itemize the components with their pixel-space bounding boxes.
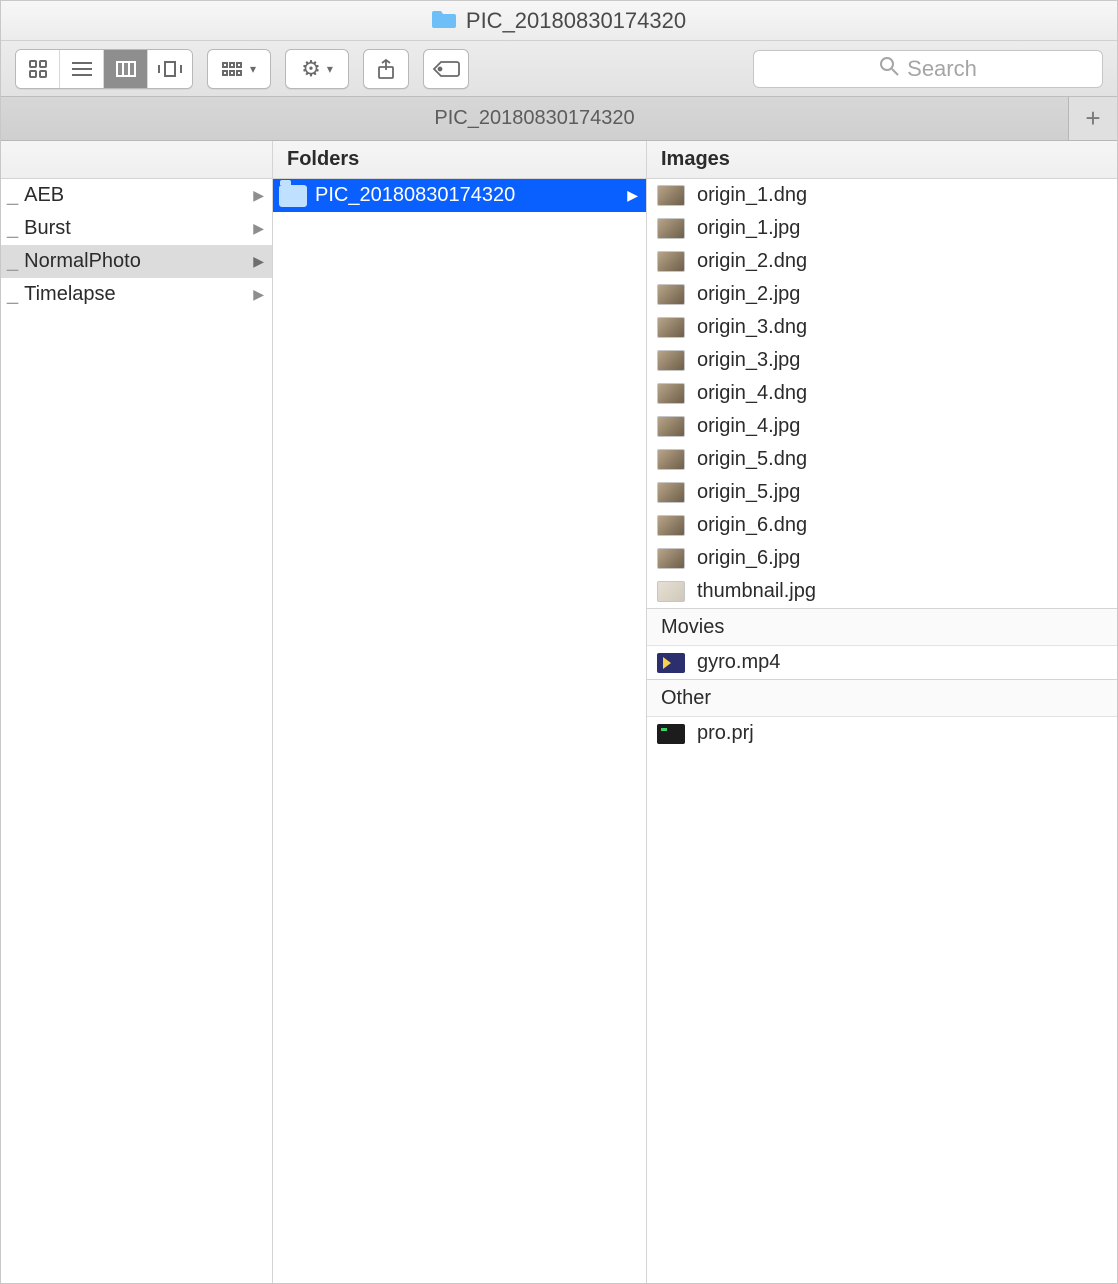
file-label: origin_5.dng bbox=[697, 448, 807, 471]
list-item[interactable]: _NormalPhoto▶ bbox=[1, 245, 272, 278]
file-label: origin_2.dng bbox=[697, 250, 807, 273]
image-thumbnail-icon bbox=[657, 482, 685, 503]
item-label: PIC_20180830174320 bbox=[315, 184, 515, 207]
column-headers: Folders Images bbox=[1, 141, 1117, 179]
file-label: origin_3.dng bbox=[697, 316, 807, 339]
file-label: origin_1.jpg bbox=[697, 217, 800, 240]
action-group: ⚙ ▾ bbox=[285, 49, 349, 89]
folder-icon bbox=[279, 185, 307, 207]
chevron-right-icon: ▶ bbox=[253, 286, 264, 303]
item-label: Burst bbox=[24, 217, 71, 240]
column-view-button[interactable] bbox=[104, 50, 148, 88]
image-thumbnail-icon bbox=[657, 350, 685, 371]
tags-group bbox=[423, 49, 469, 89]
image-thumbnail-icon bbox=[657, 581, 685, 602]
plus-icon: + bbox=[1085, 103, 1100, 134]
image-thumbnail-icon bbox=[657, 251, 685, 272]
document-icon bbox=[657, 724, 685, 744]
window-title: PIC_20180830174320 bbox=[466, 8, 686, 34]
item-label: NormalPhoto bbox=[24, 250, 141, 273]
file-label: origin_3.jpg bbox=[697, 349, 800, 372]
file-item[interactable]: origin_4.dng bbox=[647, 377, 1117, 410]
arrange-group: ▾ bbox=[207, 49, 271, 89]
file-item[interactable]: origin_3.jpg bbox=[647, 344, 1117, 377]
list-view-button[interactable] bbox=[60, 50, 104, 88]
image-thumbnail-icon bbox=[657, 548, 685, 569]
file-label: pro.prj bbox=[697, 722, 754, 745]
list-item[interactable]: _Burst▶ bbox=[1, 212, 272, 245]
image-thumbnail-icon bbox=[657, 449, 685, 470]
column-3-files[interactable]: origin_1.dng origin_1.jpg origin_2.dngorig… bbox=[647, 179, 1117, 1283]
search-placeholder: Search bbox=[907, 56, 977, 82]
file-item[interactable]: pro.prj bbox=[647, 717, 1117, 750]
column-browser: _AEB▶_Burst▶_NormalPhoto▶_Timelapse▶ PIC… bbox=[1, 179, 1117, 1283]
chevron-right-icon: ▶ bbox=[253, 187, 264, 204]
folder-item[interactable]: PIC_20180830174320 ▶ bbox=[273, 179, 646, 212]
item-label: AEB bbox=[24, 184, 64, 207]
file-label: origin_4.jpg bbox=[697, 415, 800, 438]
file-item[interactable]: origin_1.jpg bbox=[647, 212, 1117, 245]
column-header-images: Images bbox=[647, 141, 1117, 178]
group-header: Other bbox=[647, 679, 1117, 717]
image-thumbnail-icon bbox=[657, 416, 685, 437]
chevron-right-icon: ▶ bbox=[253, 253, 264, 270]
arrange-button[interactable]: ▾ bbox=[208, 50, 270, 88]
toolbar: ▾ ⚙ ▾ Search bbox=[1, 41, 1117, 97]
file-label: gyro.mp4 bbox=[697, 651, 780, 674]
image-thumbnail-icon bbox=[657, 218, 685, 239]
file-item[interactable]: origin_5.jpg bbox=[647, 476, 1117, 509]
image-thumbnail-icon bbox=[657, 317, 685, 338]
action-menu-button[interactable]: ⚙ ▾ bbox=[286, 50, 348, 88]
icon-view-button[interactable] bbox=[16, 50, 60, 88]
edit-tags-button[interactable] bbox=[424, 50, 468, 88]
search-field[interactable]: Search bbox=[753, 50, 1103, 88]
file-label: thumbnail.jpg bbox=[697, 580, 816, 603]
column-1[interactable]: _AEB▶_Burst▶_NormalPhoto▶_Timelapse▶ bbox=[1, 179, 273, 1283]
share-button[interactable] bbox=[364, 50, 408, 88]
item-label: Timelapse bbox=[24, 283, 116, 306]
tab-label: PIC_20180830174320 bbox=[434, 107, 634, 130]
share-group bbox=[363, 49, 409, 89]
folder-icon bbox=[432, 7, 456, 35]
window-titlebar: PIC_20180830174320 bbox=[1, 1, 1117, 41]
file-label: origin_1.dng bbox=[697, 184, 807, 207]
file-item[interactable]: origin_6.dng bbox=[647, 509, 1117, 542]
search-icon bbox=[879, 56, 899, 82]
group-header: Movies bbox=[647, 608, 1117, 646]
file-item[interactable]: origin_3.dng bbox=[647, 311, 1117, 344]
file-item[interactable]: origin_5.dng bbox=[647, 443, 1117, 476]
file-label: origin_4.dng bbox=[697, 382, 807, 405]
list-item[interactable]: _AEB▶ bbox=[1, 179, 272, 212]
gallery-view-button[interactable] bbox=[148, 50, 192, 88]
image-thumbnail-icon bbox=[657, 515, 685, 536]
new-tab-button[interactable]: + bbox=[1069, 97, 1117, 140]
column-header-folders: Folders bbox=[273, 141, 647, 178]
image-thumbnail-icon bbox=[657, 185, 685, 206]
chevron-right-icon: ▶ bbox=[253, 220, 264, 237]
gear-icon: ⚙ bbox=[301, 56, 321, 82]
column-2-folders[interactable]: PIC_20180830174320 ▶ bbox=[273, 179, 647, 1283]
file-label: origin_6.jpg bbox=[697, 547, 800, 570]
column-header-1 bbox=[1, 141, 273, 178]
file-item[interactable]: origin_1.dng bbox=[647, 179, 1117, 212]
tab-bar: PIC_20180830174320 + bbox=[1, 97, 1117, 141]
image-thumbnail-icon bbox=[657, 284, 685, 305]
file-item[interactable]: origin_2.jpg bbox=[647, 278, 1117, 311]
file-label: origin_6.dng bbox=[697, 514, 807, 537]
file-label: origin_5.jpg bbox=[697, 481, 800, 504]
tab-item[interactable]: PIC_20180830174320 bbox=[1, 97, 1069, 140]
file-item[interactable]: origin_2.dng bbox=[647, 245, 1117, 278]
file-item[interactable]: thumbnail.jpg bbox=[647, 575, 1117, 608]
chevron-right-icon: ▶ bbox=[627, 187, 638, 204]
view-mode-group bbox=[15, 49, 193, 89]
image-thumbnail-icon bbox=[657, 383, 685, 404]
file-label: origin_2.jpg bbox=[697, 283, 800, 306]
file-item[interactable]: origin_6.jpg bbox=[647, 542, 1117, 575]
file-item[interactable]: origin_4.jpg bbox=[647, 410, 1117, 443]
movie-icon bbox=[657, 653, 685, 673]
list-item[interactable]: _Timelapse▶ bbox=[1, 278, 272, 311]
file-item[interactable]: gyro.mp4 bbox=[647, 646, 1117, 679]
